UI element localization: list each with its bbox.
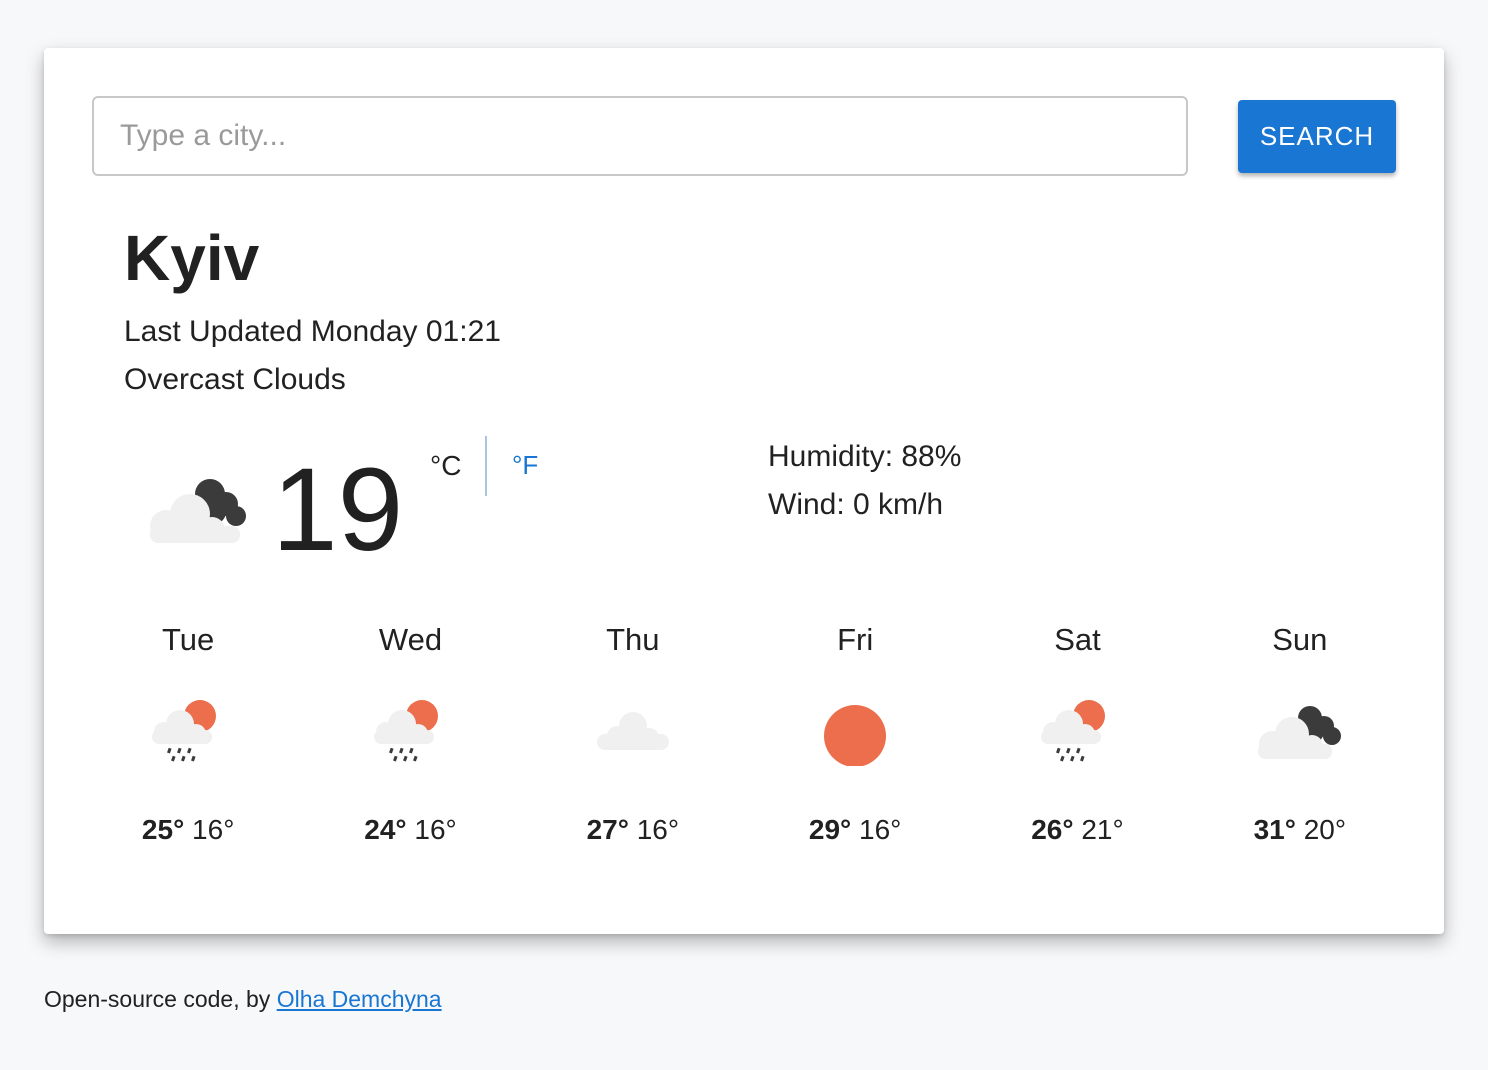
- rain-sun-icon: [1037, 694, 1117, 771]
- forecast-row: Tue 25° 16° Wed 24° 16° Thu 27° 16° Fri …: [77, 622, 1411, 862]
- forecast-day: Tue 25° 16°: [77, 622, 299, 862]
- footer: Open-source code, by Olha Demchyna: [44, 986, 442, 1013]
- forecast-day: Sun 31° 20°: [1189, 622, 1411, 862]
- forecast-max: 25°: [141, 814, 185, 845]
- forecast-max: 26°: [1031, 814, 1074, 845]
- forecast-max: 29°: [808, 814, 852, 845]
- forecast-min: 16°: [859, 814, 902, 845]
- forecast-temps: 24° 16°: [299, 814, 521, 846]
- forecast-day: Sat 26° 21°: [966, 622, 1188, 862]
- footer-text: Open-source code, by: [44, 986, 277, 1012]
- rain-sun-icon: [148, 694, 228, 771]
- author-link[interactable]: Olha Demchyna: [277, 986, 442, 1012]
- search-button[interactable]: SEARCH: [1238, 100, 1396, 173]
- weather-description: Overcast Clouds: [124, 363, 346, 396]
- city-search-input[interactable]: [92, 96, 1188, 176]
- forecast-min: 20°: [1303, 814, 1347, 845]
- forecast-day-name: Fri: [837, 622, 874, 657]
- unit-divider: [485, 436, 487, 496]
- fahrenheit-link[interactable]: °F: [512, 450, 538, 481]
- forecast-day-name: Sat: [1054, 622, 1101, 657]
- forecast-max: 31°: [1253, 814, 1296, 845]
- current-temperature: 19: [272, 444, 404, 576]
- forecast-day: Thu 27° 16°: [522, 622, 744, 862]
- weather-card: SEARCH Kyiv Last Updated Monday 01:21 Ov…: [44, 48, 1444, 934]
- forecast-temps: 29° 16°: [744, 814, 966, 846]
- forecast-min: 16°: [636, 814, 680, 845]
- forecast-temps: 27° 16°: [522, 814, 744, 846]
- forecast-temps: 26° 21°: [966, 814, 1188, 846]
- forecast-min: 21°: [1081, 814, 1124, 845]
- humidity: Humidity: 88%: [768, 440, 962, 473]
- celsius-unit: °C: [430, 450, 462, 481]
- wind: Wind: 0 km/h: [768, 488, 944, 521]
- forecast-day-name: Thu: [606, 622, 660, 657]
- sun-icon: [815, 694, 895, 771]
- forecast-temps: 31° 20°: [1189, 814, 1411, 846]
- forecast-day: Wed 24° 16°: [299, 622, 521, 862]
- forecast-temps: 25° 16°: [77, 814, 299, 846]
- forecast-min: 16°: [414, 814, 457, 845]
- broken-clouds-icon: [1252, 694, 1348, 771]
- forecast-day: Fri 29° 16°: [744, 622, 966, 862]
- forecast-day-name: Sun: [1272, 622, 1328, 657]
- cloud-icon: [593, 694, 673, 771]
- forecast-day-name: Wed: [378, 622, 443, 657]
- rain-sun-icon: [370, 694, 450, 771]
- broken-clouds-icon: [144, 472, 254, 557]
- last-updated: Last Updated Monday 01:21: [124, 315, 501, 348]
- forecast-day-name: Tue: [162, 622, 215, 657]
- forecast-max: 24°: [364, 814, 407, 845]
- forecast-min: 16°: [192, 814, 235, 845]
- forecast-max: 27°: [586, 814, 629, 845]
- city-name: Kyiv: [124, 222, 260, 294]
